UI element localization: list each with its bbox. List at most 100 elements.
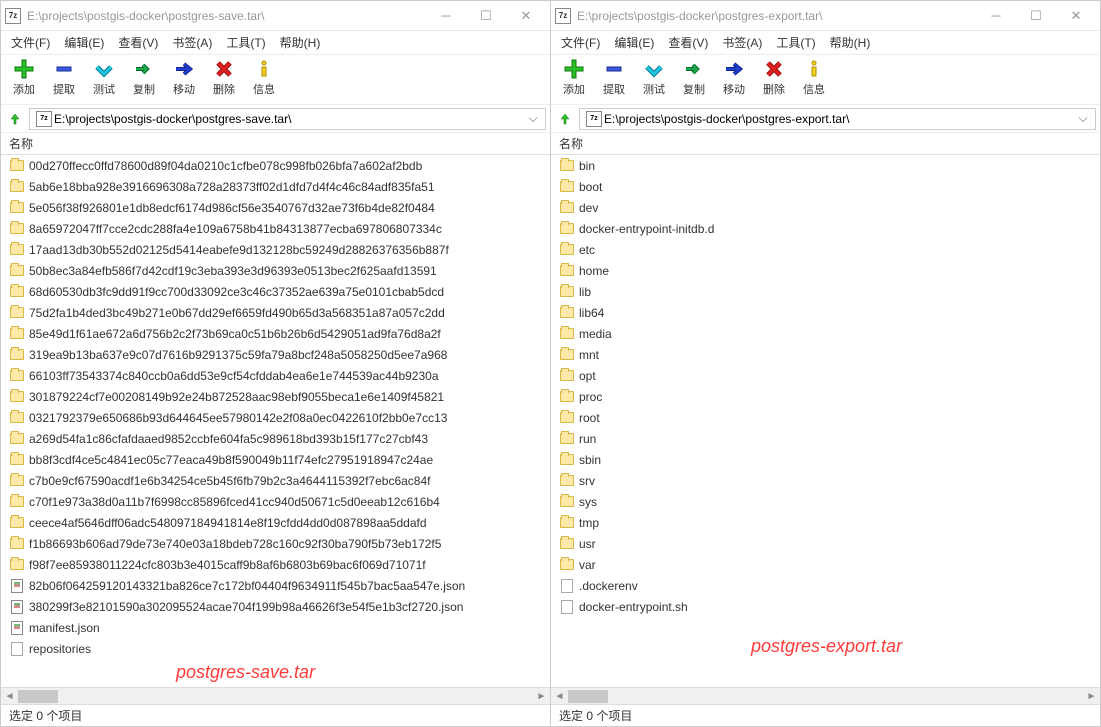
list-item[interactable]: 75d2fa1b4ded3bc49b271e0b67dd29ef6659fd49… [1,302,550,323]
list-item[interactable]: 50b8ec3a84efb586f7d42cdf19c3eba393e3d963… [1,260,550,281]
extract-button[interactable]: 提取 [49,59,79,97]
list-item[interactable]: 0321792379e650686b93d644645ee57980142e2f… [1,407,550,428]
list-item[interactable]: 8a65972047ff7cce2cdc288fa4e109a6758b41b8… [1,218,550,239]
file-list[interactable]: 00d270ffecc0ffd78600d89f04da0210c1cfbe07… [1,155,550,687]
dropdown-icon[interactable]: ⌵ [1075,111,1091,126]
menu-item-1[interactable]: 编辑(E) [608,32,660,53]
delete-button[interactable]: 删除 [209,59,239,97]
list-item[interactable]: c70f1e973a38d0a11b7f6998cc85896fced41cc9… [1,491,550,512]
menu-item-3[interactable]: 书签(A) [716,32,768,53]
list-item[interactable]: lib64 [551,302,1100,323]
list-item[interactable]: 380299f3e82101590a302095524acae704f199b9… [1,596,550,617]
column-header[interactable]: 名称 [1,133,550,155]
list-item[interactable]: boot [551,176,1100,197]
scroll-thumb[interactable] [568,690,608,703]
list-item[interactable]: 17aad13db30b552d02125d5414eabefe9d132128… [1,239,550,260]
list-item[interactable]: media [551,323,1100,344]
list-item[interactable]: lib [551,281,1100,302]
file-list[interactable]: binbootdevdocker-entrypoint-initdb.detch… [551,155,1100,687]
menu-item-3[interactable]: 书签(A) [166,32,218,53]
scroll-left-icon[interactable]: ◄ [1,688,18,705]
scroll-thumb[interactable] [18,690,58,703]
list-item[interactable]: 85e49d1f61ae672a6d756b2c2f73b69ca0c51b6b… [1,323,550,344]
list-item[interactable]: 5ab6e18bba928e3916696308a728a28373ff02d1… [1,176,550,197]
minimize-button[interactable]: ─ [976,2,1016,30]
list-item[interactable]: run [551,428,1100,449]
list-item[interactable]: docker-entrypoint-initdb.d [551,218,1100,239]
close-button[interactable]: ✕ [506,2,546,30]
info-button[interactable]: 信息 [799,59,829,97]
menu-item-4[interactable]: 工具(T) [220,32,271,53]
list-item[interactable]: c7b0e9cf67590acdf1e6b34254ce5b45f6fb79b2… [1,470,550,491]
list-item[interactable]: 319ea9b13ba637e9c07d7616b9291375c59fa79a… [1,344,550,365]
list-item[interactable]: dev [551,197,1100,218]
dropdown-icon[interactable]: ⌵ [525,111,541,126]
menu-item-0[interactable]: 文件(F) [5,32,56,53]
maximize-button[interactable]: ☐ [1016,2,1056,30]
scroll-track[interactable] [18,688,533,704]
close-button[interactable]: ✕ [1056,2,1096,30]
test-button[interactable]: 测试 [639,59,669,97]
list-item[interactable]: home [551,260,1100,281]
list-item[interactable]: tmp [551,512,1100,533]
menu-item-5[interactable]: 帮助(H) [824,32,877,53]
menu-item-2[interactable]: 查看(V) [112,32,164,53]
list-item[interactable]: var [551,554,1100,575]
list-item[interactable]: mnt [551,344,1100,365]
list-item[interactable]: 68d60530db3fc9dd91f9cc700d33092ce3c46c37… [1,281,550,302]
extract-button[interactable]: 提取 [599,59,629,97]
menu-item-5[interactable]: 帮助(H) [274,32,327,53]
list-item[interactable]: bin [551,155,1100,176]
list-item[interactable]: f1b86693b606ad79de73e740e03a18bdeb728c16… [1,533,550,554]
up-button[interactable] [5,109,25,129]
scrollbar-horizontal[interactable]: ◄ ► [551,687,1100,704]
list-item[interactable]: sbin [551,449,1100,470]
scroll-left-icon[interactable]: ◄ [551,688,568,705]
list-item[interactable]: f98f7ee85938011224cfc803b3e4015caff9b8af… [1,554,550,575]
extract-icon [604,59,624,79]
list-item[interactable]: usr [551,533,1100,554]
address-box[interactable]: 7z E:\projects\postgis-docker\postgres-s… [29,108,546,130]
list-item[interactable]: 00d270ffecc0ffd78600d89f04da0210c1cfbe07… [1,155,550,176]
list-item[interactable]: 66103ff73543374c840ccb0a6dd53e9cf54cfdda… [1,365,550,386]
list-item[interactable]: opt [551,365,1100,386]
list-item[interactable]: srv [551,470,1100,491]
scroll-track[interactable] [568,688,1083,704]
list-item[interactable]: repositories [1,638,550,659]
scroll-right-icon[interactable]: ► [533,688,550,705]
delete-button[interactable]: 删除 [759,59,789,97]
list-item[interactable]: etc [551,239,1100,260]
move-button[interactable]: 移动 [719,59,749,97]
menu-item-0[interactable]: 文件(F) [555,32,606,53]
copy-button[interactable]: 复制 [679,59,709,97]
info-button[interactable]: 信息 [249,59,279,97]
list-item[interactable]: .dockerenv [551,575,1100,596]
minimize-button[interactable]: ─ [426,2,466,30]
list-item[interactable]: 82b06f064259120143321ba826ce7c172bf04404… [1,575,550,596]
up-button[interactable] [555,109,575,129]
list-item[interactable]: proc [551,386,1100,407]
list-item[interactable]: sys [551,491,1100,512]
list-item[interactable]: manifest.json [1,617,550,638]
item-name: a269d54fa1c86cfafdaaed9852ccbfe604fa5c98… [29,432,428,446]
add-button[interactable]: 添加 [9,59,39,97]
list-item[interactable]: docker-entrypoint.sh [551,596,1100,617]
add-button[interactable]: 添加 [559,59,589,97]
maximize-button[interactable]: ☐ [466,2,506,30]
scrollbar-horizontal[interactable]: ◄ ► [1,687,550,704]
list-item[interactable]: a269d54fa1c86cfafdaaed9852ccbfe604fa5c98… [1,428,550,449]
address-box[interactable]: 7z E:\projects\postgis-docker\postgres-e… [579,108,1096,130]
menu-item-4[interactable]: 工具(T) [770,32,821,53]
test-button[interactable]: 测试 [89,59,119,97]
list-item[interactable]: 301879224cf7e00208149b92e24b872528aac98e… [1,386,550,407]
move-button[interactable]: 移动 [169,59,199,97]
list-item[interactable]: ceece4af5646dff06adc548097184941814e8f19… [1,512,550,533]
list-item[interactable]: 5e056f38f926801e1db8edcf6174d986cf56e354… [1,197,550,218]
list-item[interactable]: root [551,407,1100,428]
column-header[interactable]: 名称 [551,133,1100,155]
list-item[interactable]: bb8f3cdf4ce5c4841ec05c77eaca49b8f590049b… [1,449,550,470]
scroll-right-icon[interactable]: ► [1083,688,1100,705]
menu-item-2[interactable]: 查看(V) [662,32,714,53]
menu-item-1[interactable]: 编辑(E) [58,32,110,53]
copy-button[interactable]: 复制 [129,59,159,97]
